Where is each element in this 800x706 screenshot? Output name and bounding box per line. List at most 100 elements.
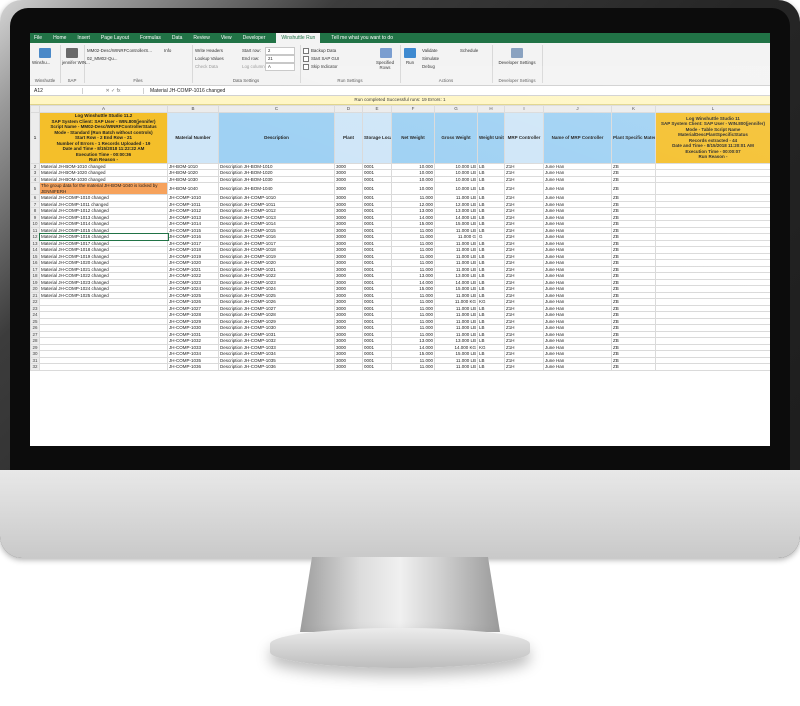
data-cell[interactable]: 0001 xyxy=(362,182,392,195)
column-header-l[interactable]: L xyxy=(655,105,770,113)
log-cell[interactable]: The group data for the material JH-BOM-1… xyxy=(39,182,168,195)
column-header-i[interactable]: I xyxy=(504,105,544,113)
column-header-f[interactable]: F xyxy=(391,105,435,113)
ribbon-tab-insert[interactable]: Insert xyxy=(77,35,90,41)
fx-icon[interactable]: ✕ ✓ fx xyxy=(83,87,144,94)
backup-data-checkbox[interactable]: Backup Data xyxy=(303,48,336,54)
name-box[interactable]: A12 xyxy=(30,87,83,94)
specified-rows-icon[interactable] xyxy=(380,48,392,58)
column-header-cell[interactable]: Gross Weight xyxy=(434,112,478,164)
data-cell[interactable]: 0001 xyxy=(362,363,392,371)
ribbon-group-sap: jennifer WIN... SAP xyxy=(60,45,90,83)
data-cell[interactable]: 11.000 LB xyxy=(434,363,478,371)
data-cell[interactable]: 3000 xyxy=(334,363,363,371)
column-header-d[interactable]: D xyxy=(334,105,363,113)
skip-indicator-label: Skip Indicator xyxy=(311,64,338,70)
developer-settings-button[interactable]: Developer Settings xyxy=(496,60,538,65)
start-row-input[interactable]: 2 xyxy=(265,47,295,55)
ribbon-tab-winshuttle-run[interactable]: Winshuttle Run xyxy=(276,33,321,43)
log-column-input[interactable]: A xyxy=(265,63,295,71)
sap-user-icon[interactable] xyxy=(66,48,78,58)
data-cell[interactable]: LB xyxy=(477,182,505,195)
row-number[interactable]: 1 xyxy=(30,112,40,164)
ribbon-tab-data[interactable]: Data xyxy=(172,35,183,41)
simulate-button[interactable]: Simulate xyxy=(422,56,439,61)
log-cell[interactable] xyxy=(39,363,168,371)
ribbon-group-files: MM02-Desc/WINRFControllerS... 02_MM02-Qu… xyxy=(84,45,193,83)
data-cell[interactable]: ZB xyxy=(611,363,656,371)
debug-button[interactable]: Debug xyxy=(422,64,435,69)
data-cell[interactable] xyxy=(655,182,770,195)
ribbon-tab-view[interactable]: View xyxy=(221,35,232,41)
winshuttle-icon[interactable] xyxy=(39,48,51,58)
data-cell[interactable]: 11.000 xyxy=(391,363,435,371)
data-cell[interactable]: ZB xyxy=(611,182,656,195)
data-cell[interactable]: JH-COMP-1036 xyxy=(167,363,219,371)
column-header-k[interactable]: K xyxy=(611,105,656,113)
select-all-corner[interactable] xyxy=(30,105,40,113)
ribbon-tab-page-layout[interactable]: Page Layout xyxy=(101,35,129,41)
data-cell[interactable]: Z1H xyxy=(504,182,544,195)
column-header-h[interactable]: H xyxy=(477,105,505,113)
column-header-cell[interactable]: Weight Unit xyxy=(477,112,505,164)
info-button[interactable]: Info xyxy=(164,48,171,53)
column-header-a[interactable]: A xyxy=(39,105,168,113)
row-number[interactable]: 32 xyxy=(30,363,40,371)
ribbon-tab-file[interactable]: File xyxy=(34,35,42,41)
data-cell[interactable]: Description JH-BOM-1040 xyxy=(218,182,335,195)
file-1[interactable]: MM02-Desc/WINRFControllerS... xyxy=(87,48,152,53)
column-header-cell[interactable]: Plant Specific Material Status xyxy=(611,112,656,164)
data-cell[interactable]: LB xyxy=(477,363,505,371)
schedule-button[interactable]: Schedule xyxy=(460,48,478,53)
column-header-c[interactable]: C xyxy=(218,105,335,113)
ribbon-group-winshuttle: Winshu... Winshuttle xyxy=(30,45,61,83)
column-header-cell[interactable]: Storage Location xyxy=(362,112,392,164)
tell-me-search[interactable]: Tell me what you want to do xyxy=(331,35,393,41)
check-data-button[interactable]: Check Data xyxy=(195,64,218,69)
column-header-j[interactable]: J xyxy=(543,105,612,113)
column-header-g[interactable]: G xyxy=(434,105,478,113)
column-header-cell[interactable]: MRP Controller xyxy=(504,112,544,164)
ribbon-tab-review[interactable]: Review xyxy=(193,35,209,41)
formula-input[interactable]: Material JH-COMP-1016 changed xyxy=(144,88,225,94)
developer-settings-icon[interactable] xyxy=(511,48,523,58)
row-number[interactable]: 5 xyxy=(30,182,40,195)
data-cell[interactable]: Z1H xyxy=(504,363,544,371)
column-header-cell[interactable]: Net Weight xyxy=(391,112,435,164)
column-header-cell[interactable]: Plant xyxy=(334,112,363,164)
table-row: 32 JH-COMP-1036 Description JH-COMP-1036 30… xyxy=(30,363,770,371)
file-2[interactable]: 02_MM02-Qu... xyxy=(87,56,118,61)
run-icon[interactable] xyxy=(404,48,416,58)
column-header-b[interactable]: B xyxy=(167,105,219,113)
data-cell[interactable]: Description JH-COMP-1036 xyxy=(218,363,335,371)
end-row-label: End row: xyxy=(242,56,260,61)
data-cell[interactable]: 10.000 LB xyxy=(434,182,478,195)
specified-rows-button[interactable]: Specified Rows xyxy=(372,60,398,70)
log-header-a[interactable]: Log Winshuttle Studio 11.2 SAP System Cl… xyxy=(39,112,168,164)
validate-button[interactable]: Validate xyxy=(422,48,438,53)
write-headers-button[interactable]: Write Headers xyxy=(195,48,223,53)
lookup-values-button[interactable]: Lookup Values xyxy=(195,56,224,61)
column-header-cell[interactable]: Name of MRP Controller xyxy=(543,112,612,164)
end-row-input[interactable]: 21 xyxy=(265,55,295,63)
log-header-l[interactable]: Log Winshuttle Studio 11 SAP System Clie… xyxy=(655,112,770,164)
column-header-e[interactable]: E xyxy=(362,105,392,113)
winshuttle-button[interactable]: Winshu... xyxy=(32,60,50,65)
monitor-stand-base xyxy=(270,628,530,668)
data-cell[interactable] xyxy=(655,363,770,371)
data-cell[interactable]: June Han xyxy=(543,363,612,371)
ribbon-tab-developer[interactable]: Developer xyxy=(243,35,266,41)
data-cell[interactable]: 3000 xyxy=(334,182,363,195)
spreadsheet-grid: A B C D E F G H I J K L 1 Log Winshuttle Studio 11.2 … xyxy=(30,105,770,371)
run-button[interactable]: Run xyxy=(406,60,414,65)
data-cell[interactable]: JH-BOM-1040 xyxy=(167,182,219,195)
ribbon-tab-formulas[interactable]: Formulas xyxy=(140,35,161,41)
data-cell[interactable]: 10.000 xyxy=(391,182,435,195)
ribbon-tab-home[interactable]: Home xyxy=(53,35,66,41)
start-sap-gui-checkbox[interactable]: Start SAP GUI xyxy=(303,56,339,62)
skip-indicator-checkbox[interactable]: Skip Indicator xyxy=(303,64,338,70)
column-header-cell[interactable]: Material Number xyxy=(167,112,219,164)
data-cell[interactable]: June Han xyxy=(543,182,612,195)
column-header-cell[interactable]: Description xyxy=(218,112,335,164)
group-caption-winshuttle: Winshuttle xyxy=(34,78,56,83)
